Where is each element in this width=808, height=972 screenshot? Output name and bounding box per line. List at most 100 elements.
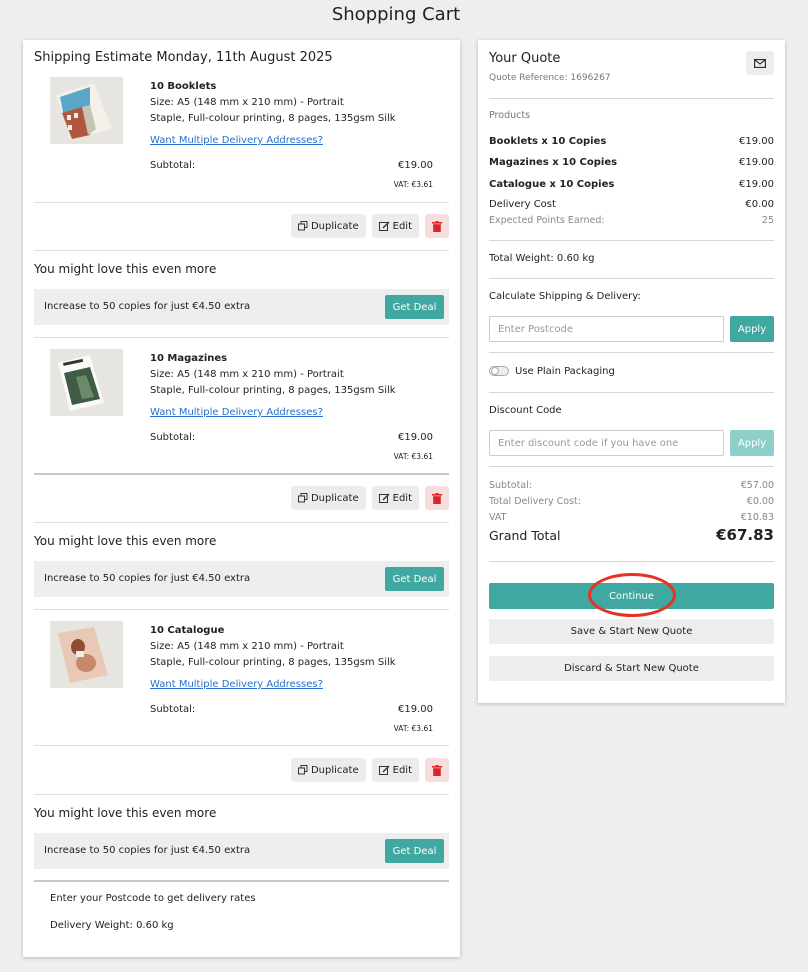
divider xyxy=(34,609,449,610)
plain-packaging-label: Use Plain Packaging xyxy=(515,366,615,377)
product-spec: Staple, Full-colour printing, 8 pages, 1… xyxy=(150,657,396,668)
quote-panel: Your Quote Quote Reference: 1696267 Prod… xyxy=(478,40,785,703)
trash-icon xyxy=(432,492,442,504)
grand-total-label: Grand Total xyxy=(489,528,561,543)
upsell-text: Increase to 50 copies for just €4.50 ext… xyxy=(44,845,251,856)
edit-label: Edit xyxy=(392,220,412,232)
duplicate-icon xyxy=(297,221,308,231)
upsell-banner: Increase to 50 copies for just €4.50 ext… xyxy=(34,833,449,869)
line-item-label: Catalogue x 10 Copies xyxy=(489,179,615,190)
get-deal-button[interactable]: Get Deal xyxy=(385,295,444,319)
postcode-input[interactable] xyxy=(489,316,724,342)
item-actions: Duplicate Edit xyxy=(290,758,449,782)
multiple-addresses-link[interactable]: Want Multiple Delivery Addresses? xyxy=(150,679,323,690)
divider xyxy=(489,98,774,99)
discount-code-input[interactable] xyxy=(489,430,724,456)
product-spec: Staple, Full-colour printing, 8 pages, 1… xyxy=(150,113,396,124)
divider xyxy=(489,352,774,353)
upsell-banner: Increase to 50 copies for just €4.50 ext… xyxy=(34,561,449,597)
apply-postcode-button[interactable]: Apply xyxy=(730,316,774,342)
edit-label: Edit xyxy=(392,492,412,504)
product-size: Size: A5 (148 mm x 210 mm) - Portrait xyxy=(150,97,344,108)
delivery-cost-row: Delivery Cost €0.00 xyxy=(489,199,774,210)
divider xyxy=(34,794,449,795)
product-spec: Staple, Full-colour printing, 8 pages, 1… xyxy=(150,385,396,396)
duplicate-label: Duplicate xyxy=(310,492,359,504)
upsell-text: Increase to 50 copies for just €4.50 ext… xyxy=(44,573,251,584)
total-delivery-label: Total Delivery Cost: xyxy=(489,496,581,507)
shipping-label: Calculate Shipping & Delivery: xyxy=(489,291,641,302)
quote-line-item: Magazines x 10 Copies €19.00 xyxy=(489,157,774,168)
discard-new-quote-button[interactable]: Discard & Start New Quote xyxy=(489,656,774,681)
product-name: 10 Booklets xyxy=(150,81,217,92)
multiple-addresses-link[interactable]: Want Multiple Delivery Addresses? xyxy=(150,135,323,146)
discount-label: Discount Code xyxy=(489,405,562,416)
divider xyxy=(34,202,449,203)
quote-line-item: Booklets x 10 Copies €19.00 xyxy=(489,136,774,147)
total-weight: Total Weight: 0.60 kg xyxy=(489,253,595,264)
email-quote-button[interactable] xyxy=(746,51,774,75)
delete-button[interactable] xyxy=(425,758,449,782)
points-label: Expected Points Earned: xyxy=(489,215,605,226)
upsell-heading: You might love this even more xyxy=(34,534,217,548)
quote-reference: Quote Reference: 1696267 xyxy=(489,73,611,83)
edit-icon xyxy=(378,493,390,504)
subtotal-value: €19.00 xyxy=(398,704,433,715)
page-title: Shopping Cart xyxy=(331,4,461,25)
item-actions: Duplicate Edit xyxy=(290,214,449,238)
total-delivery-row: Total Delivery Cost: €0.00 xyxy=(489,496,774,507)
edit-button[interactable]: Edit xyxy=(371,758,419,782)
divider xyxy=(34,880,449,882)
duplicate-button[interactable]: Duplicate xyxy=(290,758,366,782)
subtotal-label: Subtotal: xyxy=(150,704,196,715)
grand-total-value: €67.83 xyxy=(716,526,774,544)
duplicate-icon xyxy=(297,765,308,775)
multiple-addresses-link[interactable]: Want Multiple Delivery Addresses? xyxy=(150,407,323,418)
delivery-weight: Delivery Weight: 0.60 kg xyxy=(50,920,174,931)
line-item-value: €19.00 xyxy=(739,179,774,190)
upsell-text: Increase to 50 copies for just €4.50 ext… xyxy=(44,301,251,312)
total-delivery-value: €0.00 xyxy=(746,496,774,507)
product-thumbnail xyxy=(50,621,123,688)
vat-value: VAT: €3.61 xyxy=(393,724,433,733)
edit-button[interactable]: Edit xyxy=(371,214,419,238)
divider xyxy=(489,240,774,241)
duplicate-button[interactable]: Duplicate xyxy=(290,486,366,510)
duplicate-icon xyxy=(297,493,308,503)
shipping-estimate-title: Shipping Estimate Monday, 11th August 20… xyxy=(34,50,333,65)
get-deal-button[interactable]: Get Deal xyxy=(385,839,444,863)
plain-packaging-toggle[interactable] xyxy=(489,366,509,376)
apply-discount-button[interactable]: Apply xyxy=(730,430,774,456)
divider xyxy=(34,473,449,475)
product-name: 10 Magazines xyxy=(150,353,228,364)
edit-button[interactable]: Edit xyxy=(371,486,419,510)
duplicate-label: Duplicate xyxy=(310,220,359,232)
vat-value: €10.83 xyxy=(740,512,774,523)
vat-row: VAT €10.83 xyxy=(489,512,774,523)
product-size: Size: A5 (148 mm x 210 mm) - Portrait xyxy=(150,369,344,380)
grand-total-row: Grand Total €67.83 xyxy=(489,526,774,544)
delete-button[interactable] xyxy=(425,214,449,238)
edit-label: Edit xyxy=(392,764,412,776)
delivery-cost-value: €0.00 xyxy=(745,199,774,210)
points-value: 25 xyxy=(761,215,774,226)
postcode-note: Enter your Postcode to get delivery rate… xyxy=(50,893,256,904)
mail-icon xyxy=(754,58,766,68)
product-name: 10 Catalogue xyxy=(150,625,225,636)
divider xyxy=(34,522,449,523)
product-thumbnail xyxy=(50,77,123,144)
delete-button[interactable] xyxy=(425,486,449,510)
divider xyxy=(489,278,774,279)
quote-title: Your Quote xyxy=(489,51,561,66)
divider xyxy=(489,392,774,393)
cart-panel: Shipping Estimate Monday, 11th August 20… xyxy=(23,40,460,957)
divider xyxy=(34,250,449,251)
item-actions: Duplicate Edit xyxy=(290,486,449,510)
subtotal-value: €19.00 xyxy=(398,432,433,443)
save-new-quote-button[interactable]: Save & Start New Quote xyxy=(489,619,774,644)
continue-button[interactable]: Continue xyxy=(489,583,774,609)
get-deal-button[interactable]: Get Deal xyxy=(385,567,444,591)
duplicate-button[interactable]: Duplicate xyxy=(290,214,366,238)
vat-value: VAT: €3.61 xyxy=(393,452,433,461)
subtotal-label: Subtotal: xyxy=(150,432,196,443)
